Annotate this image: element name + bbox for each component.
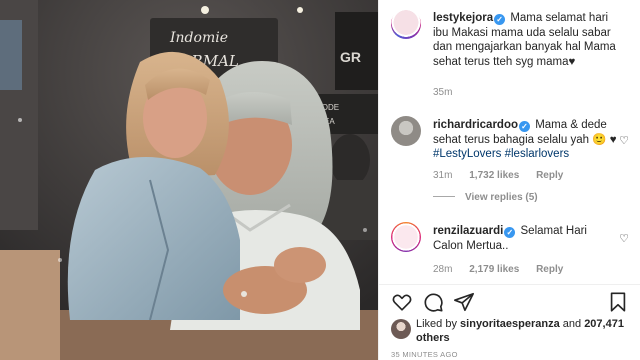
comment-username[interactable]: renzilazuardi [433, 225, 503, 237]
small-heart-icon[interactable]: ♡ [619, 232, 629, 245]
caption-time[interactable]: 35m [433, 87, 452, 98]
avatar[interactable] [391, 116, 421, 146]
share-icon[interactable] [453, 291, 475, 313]
comment: richardricardoo ✓ Mama & dede sehat terus… [391, 116, 629, 188]
comment-time[interactable]: 31m [433, 170, 452, 181]
verified-icon: ✓ [494, 14, 506, 25]
avatar[interactable] [391, 9, 421, 39]
comment-meta: 28m 2,179 likes Reply [433, 264, 577, 275]
liker-avatar[interactable] [391, 319, 411, 339]
reply-button[interactable]: Reply [536, 264, 563, 275]
heart-emoji: ♥ [609, 133, 617, 146]
bookmark-icon[interactable] [607, 291, 629, 313]
view-replies-label: View replies (5) [465, 192, 538, 203]
verified-icon: ✓ [504, 227, 516, 238]
replies-divider [433, 196, 455, 197]
hashtag-link[interactable]: #leslarlovers [505, 148, 570, 160]
post-photo[interactable]: Indomie NORMAL GR CODE IDEA [0, 0, 378, 360]
caption-body: lestykejora ✓ Mama selamat hari ibu Makas… [433, 11, 619, 69]
caption: lestykejora ✓ Mama selamat hari ibu Makas… [391, 9, 629, 99]
comment-body: richardricardoo ✓ Mama & dede sehat terus… [433, 118, 619, 162]
comment-icon[interactable] [422, 291, 444, 313]
comment-time[interactable]: 28m [433, 264, 452, 275]
liker-username[interactable]: sinyoritaesperanza [460, 318, 560, 330]
verified-icon: ✓ [519, 121, 530, 132]
comment-username[interactable]: richardricardoo [433, 119, 518, 131]
heart-icon[interactable] [391, 291, 413, 313]
smile-emoji: 🙂 [592, 133, 607, 146]
comment-likes[interactable]: 1,732 likes [469, 170, 519, 181]
view-replies-link[interactable]: View replies (5) [433, 192, 538, 203]
likes-text: Liked by sinyoritaesperanza and 207,471 … [416, 318, 626, 345]
comment-meta: 31m 1,732 likes Reply [433, 170, 577, 181]
post-timestamp[interactable]: 35 MINUTES AGO [391, 350, 458, 359]
comment: renzilazuardi ✓ Selamat Hari Calon Mertua… [391, 222, 629, 278]
liked-by-and: and [562, 318, 582, 330]
sign-right: GR [340, 49, 361, 65]
comment-body: renzilazuardi ✓ Selamat Hari Calon Mertua… [433, 224, 619, 253]
hashtag-link[interactable]: #LestyLovers [433, 148, 501, 160]
sign-text: Indomie [169, 30, 228, 46]
action-bar [391, 291, 629, 313]
reply-button[interactable]: Reply [536, 170, 563, 181]
heart-emoji: ♥ [568, 55, 576, 68]
caption-username[interactable]: lestykejora [433, 12, 493, 24]
photo-illustration: Indomie NORMAL GR CODE IDEA [0, 0, 378, 360]
comment-likes[interactable]: 2,179 likes [469, 264, 519, 275]
divider [379, 284, 640, 285]
small-heart-icon[interactable]: ♡ [619, 134, 629, 147]
post-side-panel: lestykejora ✓ Mama selamat hari ibu Makas… [378, 0, 640, 360]
liked-by-prefix: Liked by [416, 318, 457, 330]
avatar[interactable] [391, 222, 421, 252]
caption-meta: 35m [433, 87, 466, 98]
